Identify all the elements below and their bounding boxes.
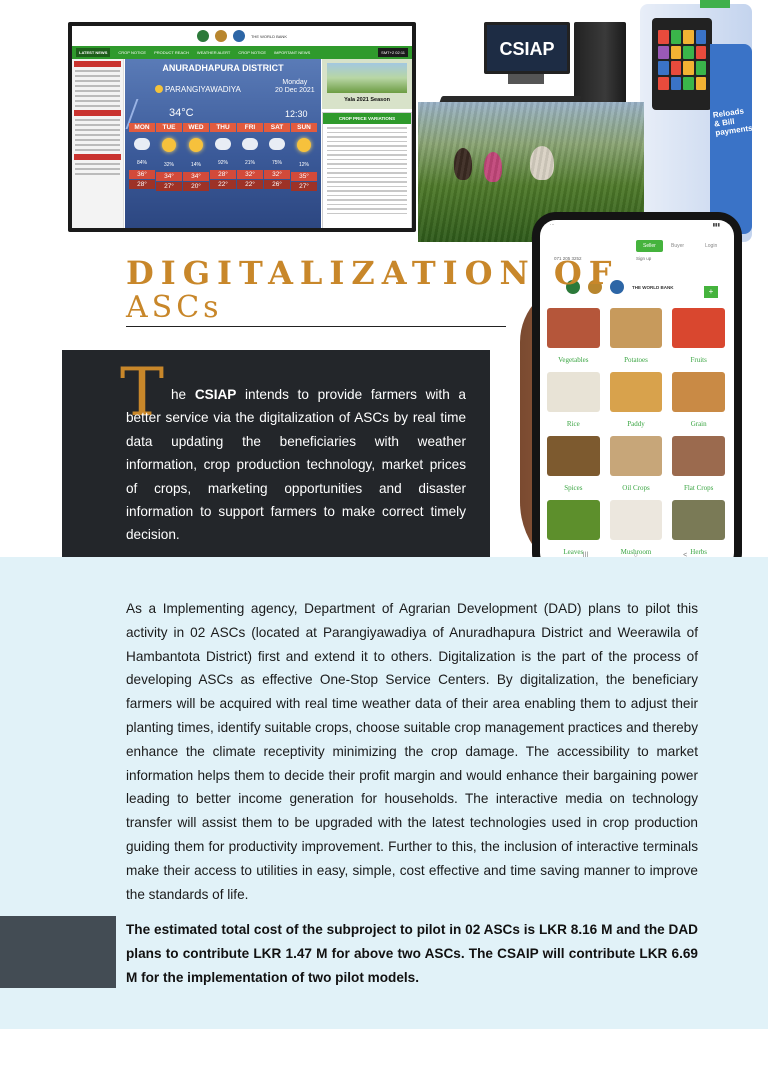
sun-icon bbox=[162, 138, 176, 152]
kiosk-side-panel: Reloads & Bill payments bbox=[710, 44, 754, 234]
forecast-day: SUN 12% 35° 27° bbox=[291, 123, 317, 227]
sign-up-link[interactable]: Sign up bbox=[636, 256, 651, 261]
category-tile[interactable]: Grain bbox=[669, 370, 728, 432]
ticker-item: CROP NOTICE bbox=[118, 50, 147, 55]
category-tile[interactable]: Mushroom bbox=[607, 498, 666, 560]
ticker-item: IMPORTANT NEWS bbox=[274, 50, 311, 55]
world-bank-label: THE WORLD BANK bbox=[632, 284, 674, 290]
news-column bbox=[72, 59, 124, 228]
forecast-day: MON 84% 36° 28° bbox=[129, 123, 155, 227]
monitor-screen: THE WORLD BANK LATEST NEWS CROP NOTICE P… bbox=[72, 26, 412, 228]
phone-status-bar: ⋯ ▮▮▮ bbox=[550, 222, 720, 227]
category-tile[interactable]: Spices bbox=[544, 434, 603, 496]
login-tab[interactable]: Login bbox=[698, 240, 724, 252]
ministry-logo-icon bbox=[196, 30, 209, 42]
news-header-bar bbox=[74, 110, 121, 116]
category-tile[interactable]: Herbs bbox=[669, 498, 728, 560]
news-header-bar bbox=[74, 154, 121, 160]
weather-date: Monday 20 Dec 2021 bbox=[275, 79, 315, 94]
ticker-item: CROP NOTICE bbox=[238, 50, 267, 55]
category-tile[interactable]: Vegetables bbox=[544, 306, 603, 368]
monitor-stand bbox=[508, 74, 544, 84]
seller-tab[interactable]: Seller bbox=[636, 240, 663, 252]
news-header-bar bbox=[74, 61, 121, 67]
desktop-monitor: CSIAP bbox=[484, 22, 570, 74]
category-tile[interactable]: Leaves bbox=[544, 498, 603, 560]
season-field-image bbox=[327, 63, 407, 93]
grey-accent-block bbox=[0, 916, 116, 988]
weather-monitor-image: THE WORLD BANK LATEST NEWS CROP NOTICE P… bbox=[68, 22, 416, 232]
cloud-rain-icon bbox=[215, 138, 231, 150]
forecast-day: SAT 75% 32° 26° bbox=[264, 123, 290, 227]
crop-price-panel: CROP PRICE VARIATIONS bbox=[322, 112, 412, 228]
ticker-date: SMT+2 02:11 bbox=[378, 48, 408, 57]
title-divider bbox=[126, 326, 506, 327]
buyer-tab[interactable]: Buyer bbox=[664, 240, 691, 252]
category-tile[interactable]: Flat Crops bbox=[669, 434, 728, 496]
kiosk-tiles bbox=[658, 30, 706, 90]
page-title-line1: DIGITALIZATION OF bbox=[126, 254, 619, 292]
news-ticker: LATEST NEWS CROP NOTICE PRODUCT REACH WE… bbox=[72, 46, 412, 59]
category-tile[interactable]: Paddy bbox=[607, 370, 666, 432]
forecast-day: FRI 21% 32° 22° bbox=[237, 123, 263, 227]
logo-caption: THE WORLD BANK bbox=[250, 33, 287, 39]
page-title-line2: ASCs bbox=[126, 290, 223, 325]
desktop-computer-image: CSIAP bbox=[484, 22, 570, 84]
kiosk-top-accent bbox=[700, 0, 730, 8]
weather-forecast: MON 84% 36° 28° TUE 32% 34° 27° WED 14% bbox=[129, 123, 317, 227]
season-title: Yala 2021 Season bbox=[344, 97, 390, 103]
ticker-item: PRODUCT REACH bbox=[154, 50, 189, 55]
cloud-rain-icon bbox=[242, 138, 258, 150]
category-tile[interactable]: Potatoes bbox=[607, 306, 666, 368]
emblem-logo-icon bbox=[214, 30, 227, 42]
weather-panel: ANURADHAPURA DISTRICT PARANGIYAWADIYA Mo… bbox=[125, 59, 321, 228]
category-tile[interactable]: Oil Crops bbox=[607, 434, 666, 496]
category-tile[interactable]: Fruits bbox=[669, 306, 728, 368]
forecast-day: THU 92% 28° 22° bbox=[210, 123, 236, 227]
ticker-item: WEATHER ALERT bbox=[196, 50, 231, 55]
sun-icon bbox=[155, 85, 163, 93]
weather-time: 12:30 bbox=[285, 109, 308, 119]
kiosk-label: Reloads & Bill payments bbox=[712, 106, 754, 138]
payment-kiosk-image: Reloads & Bill payments bbox=[640, 4, 754, 242]
sun-icon bbox=[297, 138, 311, 152]
cloud-rain-icon bbox=[269, 138, 285, 150]
weather-location: PARANGIYAWADIYA bbox=[165, 85, 241, 94]
pc-tower-image bbox=[574, 22, 626, 112]
add-button[interactable]: + bbox=[704, 286, 718, 298]
intro-paragraph: he CSIAP intends to provide farmers with… bbox=[126, 387, 466, 543]
ticker-news-label: LATEST NEWS bbox=[76, 48, 111, 57]
weather-district: ANURADHAPURA DISTRICT bbox=[162, 63, 284, 73]
category-grid: Vegetables Potatoes Fruits Rice Paddy Gr… bbox=[544, 306, 728, 556]
desktop-label: CSIAP bbox=[499, 39, 555, 59]
body-paragraph: As a Implementing agency, Department of … bbox=[126, 601, 698, 902]
logos-bar: THE WORLD BANK bbox=[72, 26, 412, 46]
intro-bold: CSIAP bbox=[194, 387, 237, 402]
sun-icon bbox=[189, 138, 203, 152]
season-panel: Yala 2021 Season bbox=[322, 59, 412, 109]
category-tile[interactable]: Rice bbox=[544, 370, 603, 432]
crop-price-title: CROP PRICE VARIATIONS bbox=[323, 113, 411, 124]
cost-paragraph: The estimated total cost of the subproje… bbox=[126, 922, 698, 985]
cloud-rain-icon bbox=[134, 138, 150, 150]
world-bank-logo-icon bbox=[232, 30, 245, 42]
forecast-day: WED 14% 34° 20° bbox=[183, 123, 209, 227]
weather-temperature: 34°C bbox=[169, 107, 194, 119]
forecast-day: TUE 32% 34° 27° bbox=[156, 123, 182, 227]
